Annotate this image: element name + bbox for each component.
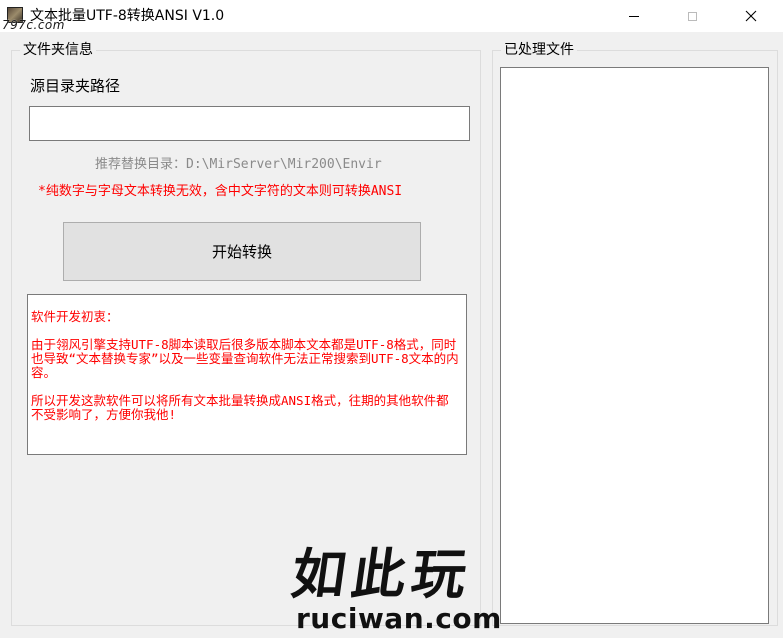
minimize-button[interactable]	[611, 0, 657, 32]
watermark-url: ruciwan.com	[296, 602, 502, 635]
source-path-label: 源目录夹路径	[30, 77, 121, 95]
info-heading: 软件开发初衷：	[31, 309, 119, 324]
info-textbox[interactable]: 软件开发初衷： 由于翎风引擎支持UTF-8脚本读取后很多版本脚本文本都是UTF-…	[27, 294, 467, 455]
close-button[interactable]	[728, 0, 774, 32]
conversion-note: *纯数字与字母文本转换无效，含中文字符的文本则可转换ANSI	[38, 184, 403, 199]
maximize-button[interactable]	[669, 0, 715, 32]
info-paragraph-1: 由于翎风引擎支持UTF-8脚本读取后很多版本脚本文本都是UTF-8格式，同时也导…	[31, 337, 459, 380]
maximize-icon	[687, 11, 697, 21]
minimize-icon	[629, 15, 639, 17]
processed-files-title: 已处理文件	[501, 42, 577, 58]
title-bar[interactable]: 文本批量UTF-8转换ANSI V1.0	[0, 0, 783, 32]
close-icon	[745, 10, 757, 22]
watermark-logo: 如此玩	[287, 542, 477, 606]
folder-info-title: 文件夹信息	[20, 42, 96, 58]
recommended-dir-hint: 推荐替换目录：D:\MirServer\Mir200\Envir	[95, 157, 382, 172]
app-window: 文本批量UTF-8转换ANSI V1.0 797c.com 文件夹信息 源目录夹…	[0, 0, 783, 638]
start-convert-button[interactable]: 开始转换	[63, 222, 421, 281]
watermark-top: 797c.com	[2, 18, 65, 32]
processed-files-list[interactable]	[500, 67, 769, 624]
info-paragraph-2: 所以开发这款软件可以将所有文本批量转换成ANSI格式，往期的其他软件都不受影响了…	[31, 393, 449, 422]
source-path-input[interactable]	[29, 106, 470, 141]
